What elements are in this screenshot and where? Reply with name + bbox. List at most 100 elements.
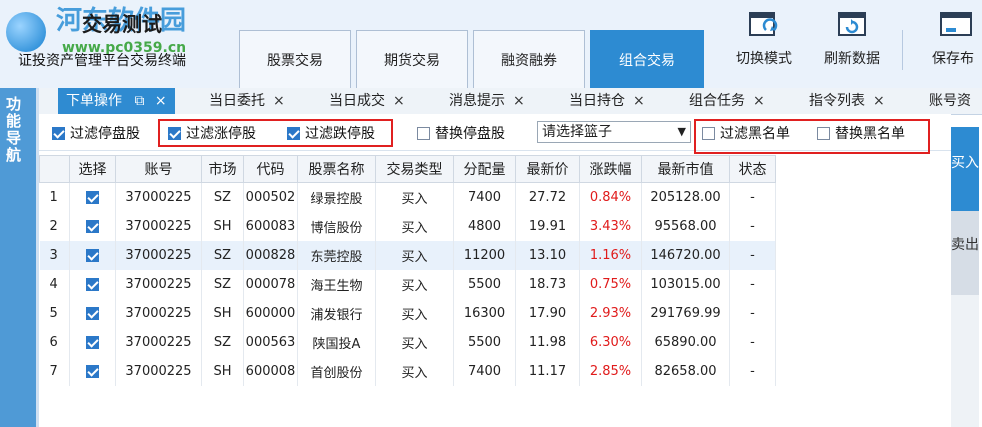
row-checkbox[interactable] (86, 307, 99, 320)
table-cell: - (729, 182, 776, 212)
close-icon[interactable]: × (873, 93, 885, 109)
table-row[interactable]: 1 37000225 SZ 000502 绿景控股 买入 7400 27.72 0.84% 205… (39, 182, 776, 212)
tab-portfolio-trading[interactable]: 组合交易 (590, 30, 704, 88)
table-cell: 18.73 (515, 270, 580, 299)
row-checkbox[interactable] (86, 220, 99, 233)
close-icon[interactable]: × (393, 93, 405, 109)
switch-mode-button[interactable]: 切换模式 (724, 4, 804, 84)
table-cell: 82658.00 (641, 357, 730, 386)
replace-stop-checkbox[interactable]: 替换停盘股 (417, 123, 505, 143)
column-header[interactable]: 状态 (729, 155, 776, 183)
column-header[interactable]: 涨跌幅 (579, 155, 642, 183)
table-cell: 000563 (243, 328, 298, 357)
filter-stop-checkbox[interactable]: 过滤停盘股 (52, 123, 140, 143)
column-header[interactable]: 最新市值 (641, 155, 730, 183)
refresh-icon (838, 12, 866, 36)
table-cell: 37000225 (115, 182, 202, 212)
table-row[interactable]: 3 37000225 SZ 000828 东莞控股 买入 11200 13.10 1.16% 14… (39, 241, 776, 270)
close-icon[interactable]: × (513, 93, 525, 109)
row-checkbox[interactable] (86, 365, 99, 378)
table-cell: 600083 (243, 212, 298, 241)
column-header[interactable]: 选择 (69, 155, 116, 183)
filter-label: 过滤跌停股 (305, 126, 375, 142)
sell-label: 卖出 (951, 237, 979, 253)
table-cell: 5500 (453, 270, 516, 299)
replace-blacklist-checkbox[interactable]: 替换黑名单 (817, 123, 905, 143)
subtab-accounts[interactable]: 账号资 (929, 88, 982, 114)
table-cell: 陕国投A (297, 328, 376, 357)
filter-blacklist-checkbox[interactable]: 过滤黑名单 (702, 123, 790, 143)
column-header[interactable]: 交易类型 (375, 155, 454, 183)
row-select-cell (69, 299, 116, 328)
checkbox-icon[interactable] (287, 126, 300, 140)
table-cell: SZ (201, 241, 244, 270)
table-cell: 绿景控股 (297, 182, 376, 212)
column-header[interactable]: 账号 (115, 155, 202, 183)
column-header[interactable]: 代码 (243, 155, 298, 183)
table-cell: 37000225 (115, 299, 202, 328)
column-header[interactable]: 市场 (201, 155, 244, 183)
checkbox-icon[interactable] (817, 126, 830, 140)
table-row[interactable]: 5 37000225 SH 600000 浦发银行 买入 16300 17.90 2.93% 29… (39, 299, 776, 328)
refresh-button[interactable]: 刷新数据 (812, 4, 892, 84)
table-row[interactable]: 7 37000225 SH 600008 首创股份 买入 7400 11.17 2.85% 826… (39, 357, 776, 386)
tab-margin-trading[interactable]: 融资融券 (473, 30, 585, 88)
basket-select-value: 请选择篮子 (542, 124, 612, 140)
table-cell: 0.84% (579, 182, 642, 212)
table-cell: 000502 (243, 182, 298, 212)
column-header[interactable] (39, 155, 70, 183)
table-cell: 146720.00 (641, 241, 730, 270)
row-number: 1 (39, 182, 70, 212)
table-cell: SZ (201, 182, 244, 212)
table-cell: - (729, 270, 776, 299)
subtab-messages[interactable]: 消息提示 × (449, 88, 525, 114)
table-cell: 11200 (453, 241, 516, 270)
filter-limit-down-checkbox[interactable]: 过滤跌停股 (287, 123, 375, 143)
row-checkbox[interactable] (86, 191, 99, 204)
save-layout-button[interactable]: 保存布 (922, 4, 982, 84)
column-header[interactable]: 股票名称 (297, 155, 376, 183)
subtab-positions[interactable]: 当日持仓 × (569, 88, 645, 114)
table-cell: SH (201, 212, 244, 241)
switch-mode-label: 切换模式 (736, 51, 792, 67)
filter-label: 替换黑名单 (835, 126, 905, 142)
close-icon[interactable]: × (155, 93, 167, 109)
basket-select[interactable]: 请选择篮子 ▼ (537, 121, 691, 143)
subtab-today-deals[interactable]: 当日成交 × (329, 88, 405, 114)
column-header[interactable]: 分配量 (453, 155, 516, 183)
row-checkbox[interactable] (86, 336, 99, 349)
table-row[interactable]: 6 37000225 SZ 000563 陕国投A 买入 5500 11.98 6.30% 658… (39, 328, 776, 357)
checkbox-icon[interactable] (168, 126, 181, 140)
tab-futures-trading[interactable]: 期货交易 (356, 30, 468, 88)
row-number: 2 (39, 212, 70, 241)
row-checkbox[interactable] (86, 249, 99, 262)
column-header[interactable]: 最新价 (515, 155, 580, 183)
table-cell: 000078 (243, 270, 298, 299)
pin-icon[interactable]: ⧉ (134, 93, 144, 109)
table-row[interactable]: 2 37000225 SH 600083 博信股份 买入 4800 19.91 3.43% 955… (39, 212, 776, 241)
table-cell: 6.30% (579, 328, 642, 357)
subtab-today-orders[interactable]: 当日委托 × (209, 88, 285, 114)
subtab-label: 当日持仓 (569, 93, 625, 109)
subtab-instructions[interactable]: 指令列表 × (809, 88, 885, 114)
close-icon[interactable]: × (753, 93, 765, 109)
subtab-label: 当日成交 (329, 93, 385, 109)
row-checkbox[interactable] (86, 278, 99, 291)
filter-limit-up-checkbox[interactable]: 过滤涨停股 (168, 123, 256, 143)
checkbox-icon[interactable] (52, 126, 65, 140)
subtab-portfolio-tasks[interactable]: 组合任务 × (689, 88, 765, 114)
checkbox-icon[interactable] (417, 126, 430, 140)
subtab-label: 指令列表 (809, 93, 865, 109)
close-icon[interactable]: × (273, 93, 285, 109)
app-title: 交易测试 (82, 12, 162, 36)
checkbox-icon[interactable] (702, 126, 715, 140)
filter-label: 过滤涨停股 (186, 126, 256, 142)
subtab-order[interactable]: 下单操作 ⧉ × (58, 88, 175, 114)
close-icon[interactable]: × (633, 93, 645, 109)
table-row[interactable]: 4 37000225 SZ 000078 海王生物 买入 5500 18.73 0.75% 103… (39, 270, 776, 299)
buy-side-tab[interactable]: 买入 (951, 127, 979, 211)
tab-stock-trading[interactable]: 股票交易 (239, 30, 351, 88)
sell-side-tab[interactable]: 卖出 (951, 211, 979, 295)
tab-label: 股票交易 (267, 52, 323, 69)
table-cell: 博信股份 (297, 212, 376, 241)
